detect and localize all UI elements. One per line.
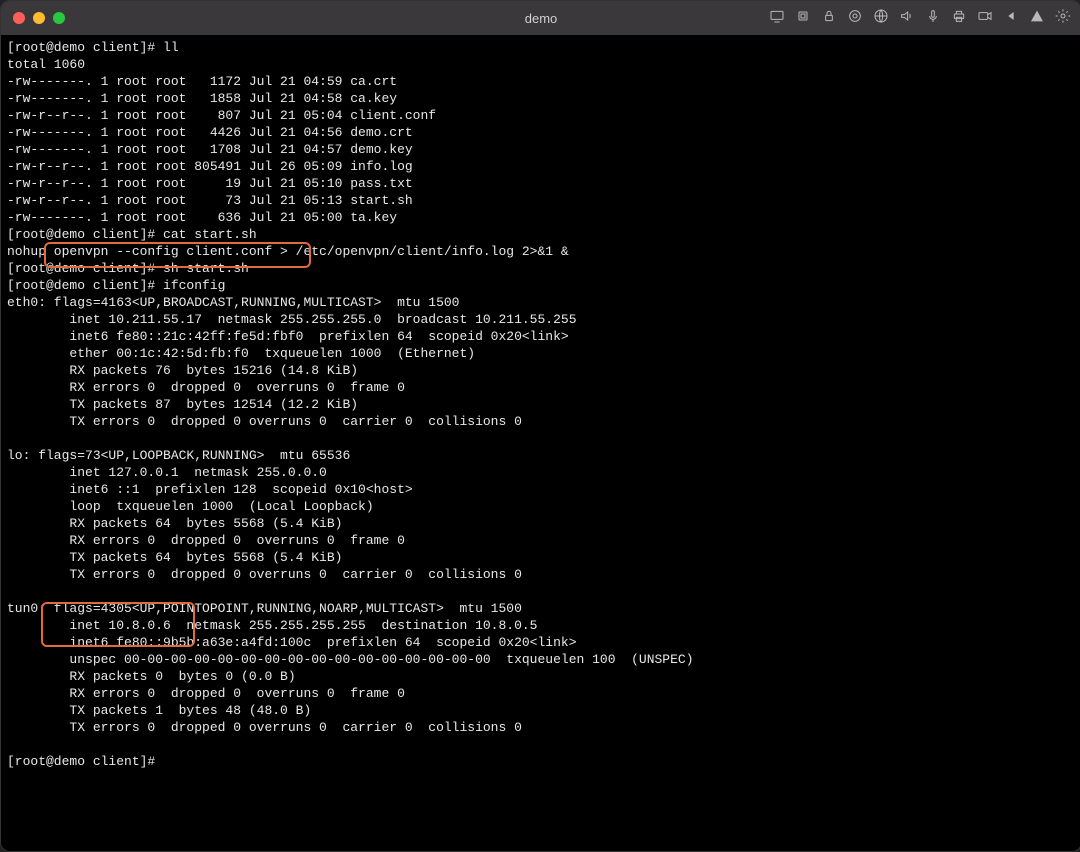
window-title: demo — [525, 11, 558, 26]
mic-icon[interactable] — [925, 8, 941, 29]
gear-icon[interactable] — [1055, 8, 1071, 29]
titlebar-icons — [769, 8, 1071, 29]
terminal-window: demo [root@demo client]# ll total 1060 -… — [0, 0, 1080, 852]
terminal-body[interactable]: [root@demo client]# ll total 1060 -rw---… — [1, 35, 1080, 851]
target-icon[interactable] — [847, 8, 863, 29]
traffic-lights — [13, 12, 65, 24]
cpu-icon[interactable] — [795, 8, 811, 29]
play-left-icon[interactable] — [1003, 8, 1019, 29]
close-button[interactable] — [13, 12, 25, 24]
titlebar: demo — [1, 1, 1080, 35]
zoom-button[interactable] — [53, 12, 65, 24]
lock-icon[interactable] — [821, 8, 837, 29]
volume-icon[interactable] — [899, 8, 915, 29]
warning-icon[interactable] — [1029, 8, 1045, 29]
globe-icon[interactable] — [873, 8, 889, 29]
printer-icon[interactable] — [951, 8, 967, 29]
screen-icon[interactable] — [769, 8, 785, 29]
minimize-button[interactable] — [33, 12, 45, 24]
camera-icon[interactable] — [977, 8, 993, 29]
